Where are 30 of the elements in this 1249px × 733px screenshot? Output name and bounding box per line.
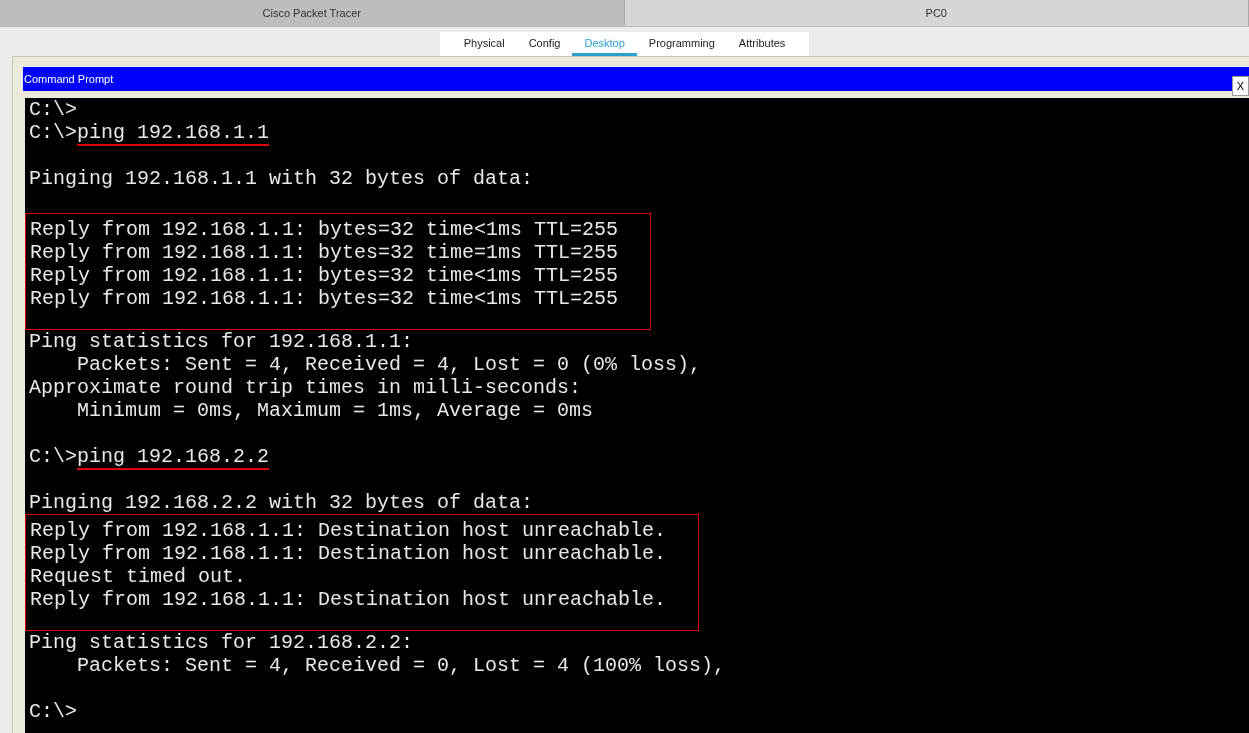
close-button[interactable]: X xyxy=(1231,76,1249,96)
terminal-line: Reply from 192.168.1.1: bytes=32 time<1ms TTL=255 xyxy=(30,218,619,241)
terminal-line: Packets: Sent = 4, Received = 4, Lost = 0 (0% loss), xyxy=(76,353,702,376)
terminal-line: Reply from 192.168.1.1: bytes=32 time<1ms TTL=255 xyxy=(30,264,619,287)
window-tab[interactable]: PC0 xyxy=(624,0,1249,26)
terminal-line: Minimum = 0ms, Maximum = 1ms, Average = 0ms xyxy=(76,399,594,422)
window-tab[interactable]: Cisco Packet Tracer xyxy=(0,0,625,26)
window-title: Command Prompt xyxy=(23,73,114,85)
terminal-line: Request timed out. xyxy=(30,565,247,588)
terminal-line: Approximate round trip times in milli-seconds: xyxy=(29,376,582,399)
terminal-line: Reply from 192.168.1.1: bytes=32 time=1ms TTL=255 xyxy=(30,241,619,264)
tab[interactable]: Config xyxy=(516,32,573,56)
command-text: ping 192.168.2.2 xyxy=(77,445,270,470)
terminal-line: Pinging 192.168.2.2 with 32 bytes of data: xyxy=(29,491,534,514)
terminal-line: Reply from 192.168.1.1: bytes=32 time<1ms TTL=255 xyxy=(30,287,619,310)
prompt-text: C:\> xyxy=(29,445,77,468)
terminal-line: Ping statistics for 192.168.1.1: xyxy=(29,330,414,353)
terminal-line: Reply from 192.168.1.1: Destination host unreachable. xyxy=(30,519,667,542)
tab[interactable]: Attributes xyxy=(726,32,798,56)
terminal-line: Packets: Sent = 4, Received = 0, Lost = 4 (100% loss), xyxy=(76,654,726,677)
terminal-line: Reply from 192.168.1.1: Destination host unreachable. xyxy=(30,588,667,611)
terminal-line: Reply from 192.168.1.1: Destination host unreachable. xyxy=(30,542,667,565)
terminal-line: C:\> xyxy=(29,98,77,121)
tab[interactable]: Physical xyxy=(451,32,517,56)
command-text: ping 192.168.1.1 xyxy=(77,121,270,146)
terminal-line: C:\> xyxy=(29,700,77,723)
prompt-text: C:\> xyxy=(29,121,77,144)
terminal-line: Pinging 192.168.1.1 with 32 bytes of data: xyxy=(29,167,534,190)
terminal-line: Ping statistics for 192.168.2.2: xyxy=(29,631,414,654)
tab[interactable]: Programming xyxy=(636,32,727,56)
